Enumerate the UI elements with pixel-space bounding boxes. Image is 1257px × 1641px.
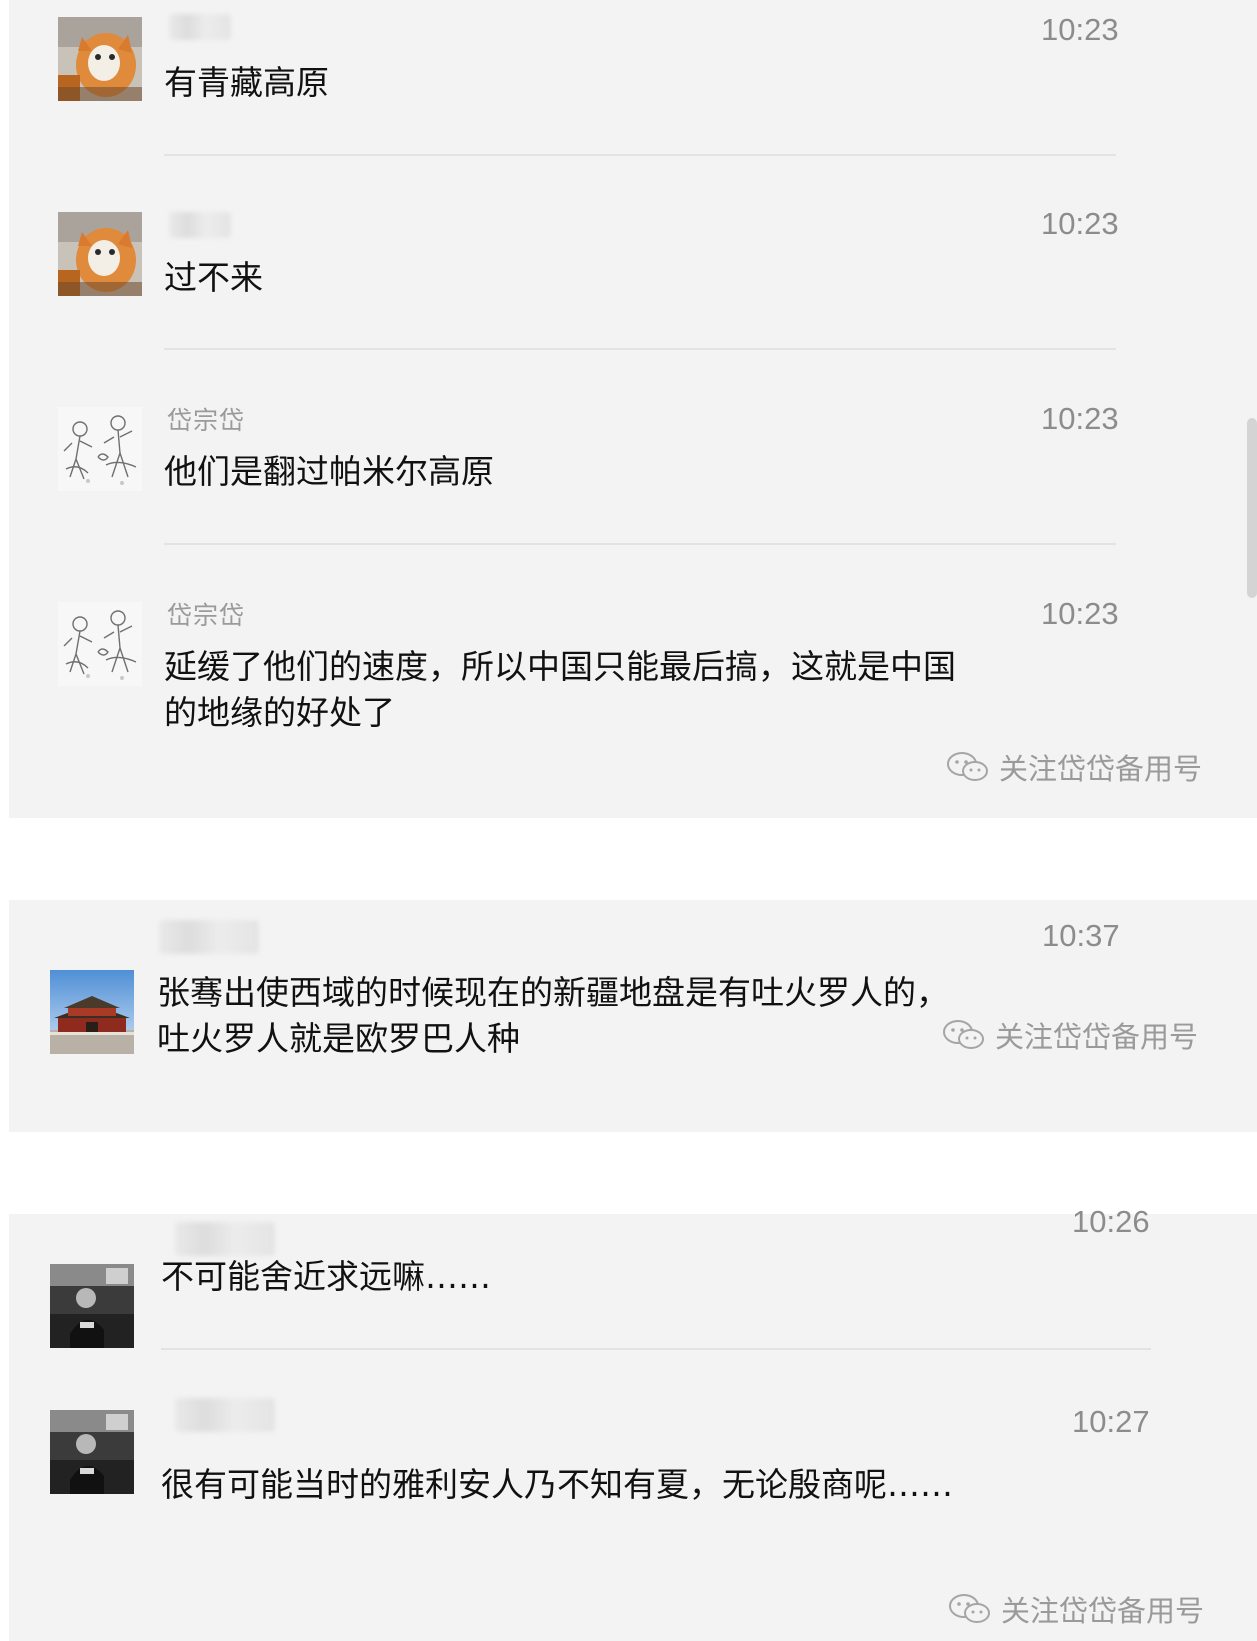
chat-message[interactable]: 10:23 有青藏高原 [9, 0, 1257, 155]
message-divider [164, 348, 1116, 350]
sender-name [169, 14, 231, 40]
message-time: 10:23 [1041, 12, 1119, 47]
chat-panel-1: 10:23 有青藏高原 10:23 过不来 岱宗岱 10:23 他们是翻过帕米尔… [9, 0, 1257, 818]
sender-name [169, 212, 231, 238]
message-divider [161, 1348, 1151, 1350]
watermark-text: 关注岱岱备用号 [1001, 1594, 1205, 1628]
chat-message[interactable]: 10:26 不可能舍近求远嘛…… [9, 1204, 1257, 1412]
wechat-watermark: 关注岱岱备用号 [947, 1588, 1204, 1630]
message-time: 10:23 [1041, 401, 1119, 436]
sender-name: 岱宗岱 [167, 406, 246, 435]
sender-name [159, 920, 259, 954]
man-photo-avatar[interactable] [50, 1410, 134, 1494]
message-time: 10:37 [1042, 918, 1120, 953]
palace-avatar[interactable] [50, 970, 134, 1054]
wechat-icon [941, 1018, 987, 1052]
message-text: 有青藏高原 [164, 63, 329, 102]
wechat-icon [945, 750, 991, 784]
man-photo-avatar[interactable] [50, 1264, 134, 1348]
orange-cat-avatar[interactable] [58, 212, 142, 296]
wechat-icon [947, 1592, 993, 1626]
message-text: 张骞出使西域的时候现在的新疆地盘是有吐火罗人的，吐火罗人就是欧罗巴人种 [157, 973, 949, 1058]
message-text: 延缓了他们的速度，所以中国只能最后搞，这就是中国的地缘的好处了 [164, 647, 956, 732]
chat-message[interactable]: 10:23 过不来 [9, 194, 1257, 349]
message-text: 不可能舍近求远嘛…… [161, 1257, 491, 1296]
message-time: 10:23 [1041, 206, 1119, 241]
chat-panel-3: 10:26 不可能舍近求远嘛…… 10:27 很有可能当时的雅利安人乃不知有夏，… [9, 1204, 1257, 1641]
scrollbar-thumb[interactable] [1247, 418, 1257, 598]
sender-name: 岱宗岱 [167, 601, 246, 630]
sketch-figures-avatar[interactable] [58, 602, 142, 686]
message-divider [164, 543, 1116, 545]
sender-name [175, 1222, 275, 1256]
message-time: 10:23 [1041, 596, 1119, 631]
message-text: 他们是翻过帕米尔高原 [164, 452, 494, 491]
watermark-text: 关注岱岱备用号 [995, 1020, 1199, 1054]
wechat-watermark: 关注岱岱备用号 [945, 746, 1202, 788]
orange-cat-avatar[interactable] [58, 17, 142, 101]
chat-message[interactable]: 岱宗岱 10:23 他们是翻过帕米尔高原 [9, 389, 1257, 544]
message-time: 10:27 [1072, 1404, 1150, 1439]
message-time: 10:26 [1072, 1204, 1150, 1239]
wechat-watermark: 关注岱岱备用号 [941, 1014, 1198, 1056]
chat-panel-2: 10:37 张骞出使西域的时候现在的新疆地盘是有吐火罗人的，吐火罗人就是欧罗巴人… [9, 900, 1257, 1132]
message-divider [164, 154, 1116, 156]
sketch-figures-avatar[interactable] [58, 407, 142, 491]
message-text: 很有可能当时的雅利安人乃不知有夏，无论殷商呢…… [161, 1465, 953, 1504]
sender-name [175, 1398, 275, 1432]
watermark-text: 关注岱岱备用号 [999, 752, 1203, 786]
message-text: 过不来 [164, 258, 263, 297]
